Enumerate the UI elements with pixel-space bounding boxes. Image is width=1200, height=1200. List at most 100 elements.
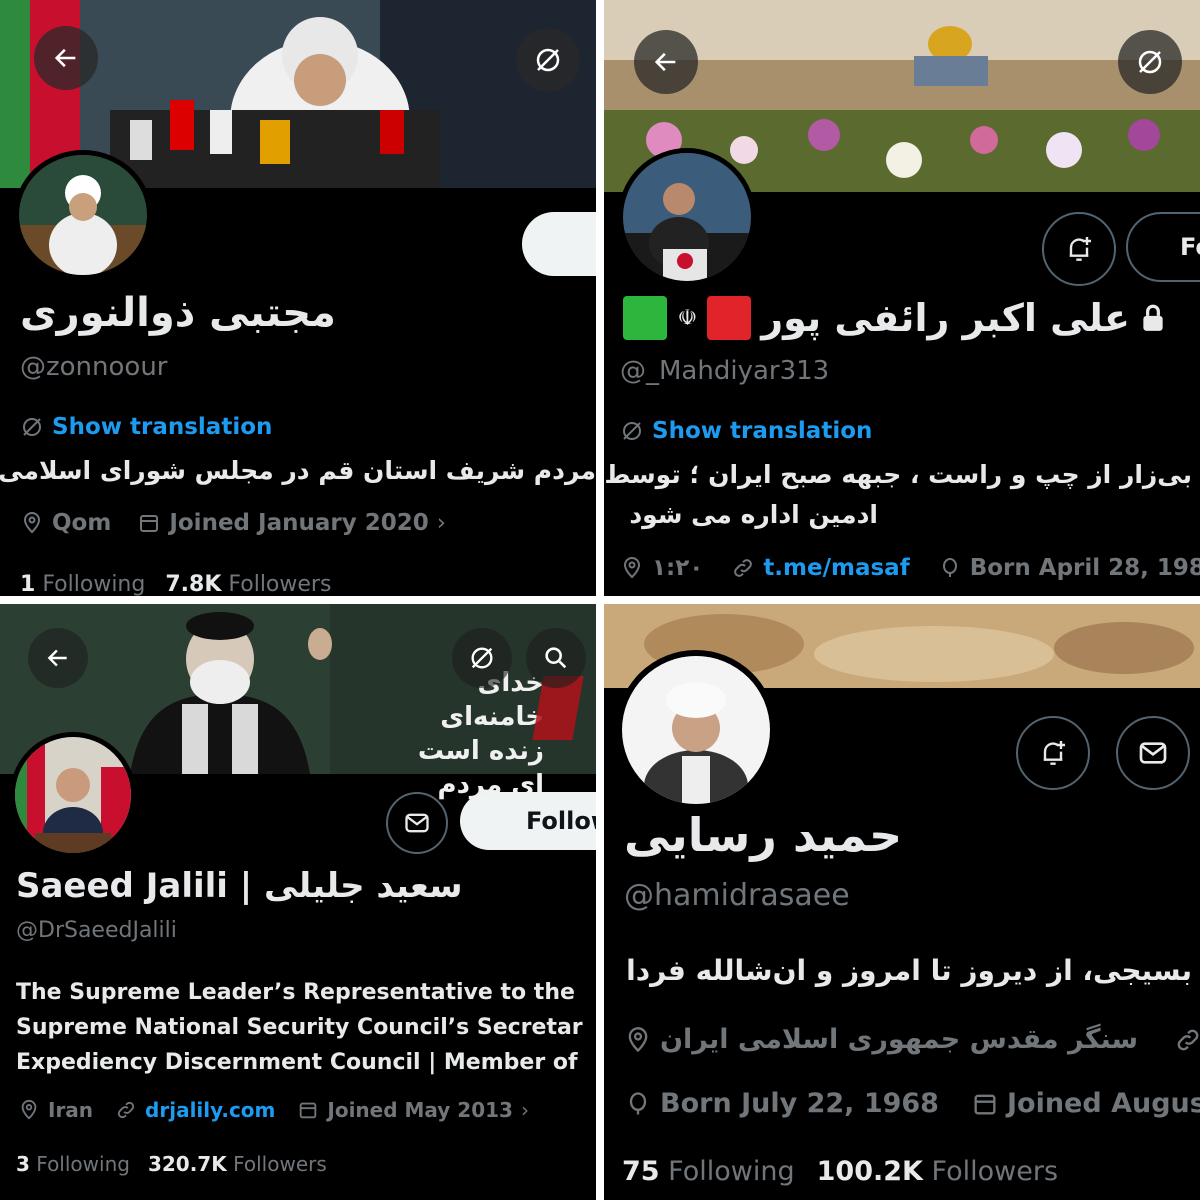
translate-toggle-button[interactable] (516, 28, 580, 92)
display-name: Saeed Jalili | سعید جلیلی (16, 866, 463, 906)
back-arrow-icon (47, 649, 67, 667)
bio: بسیجی، از دیروز تا امروز و ان‌شالله فردا (626, 954, 1192, 987)
no-translate-icon (471, 647, 493, 669)
banner-slogan: خدای خامنه‌ای زنده است ای مردم (417, 668, 544, 800)
message-button[interactable] (386, 792, 448, 854)
profile-meta: Iran drjalily.com Joined May 2013 › (18, 1098, 529, 1122)
link-icon (1177, 1029, 1199, 1050)
follow-stats: 3 Following 320.7K Followers (16, 1152, 327, 1176)
show-translation-link[interactable]: Show translation (20, 414, 272, 440)
location-pin-icon (23, 512, 41, 534)
bell-plus-icon (1069, 237, 1091, 261)
profile-panel-hamidrasaee: حمید رسایی @hamidrasaee بسیجی، از دیروز … (604, 604, 1200, 1200)
location: Qom (52, 510, 112, 536)
profile-panel-drsaeedjalili: خدای خامنه‌ای زنده است ای مردم Follow Sa… (0, 604, 596, 1200)
location-pin-icon (21, 1099, 37, 1120)
followers-link[interactable]: 100.2K Followers (817, 1156, 1058, 1187)
location: Iran (48, 1098, 94, 1122)
search-button[interactable] (526, 628, 586, 688)
username: @zonnoour (20, 352, 168, 382)
joined-date: Joined May 2013 (327, 1098, 513, 1122)
bio-line-1: بی‌زار از چپ و راست ، جبهه صبح ایران ؛ ت… (604, 460, 1192, 489)
follow-label: Follow (526, 807, 596, 835)
back-button[interactable] (28, 628, 88, 688)
back-button[interactable] (34, 26, 98, 90)
following-link[interactable]: 3 Following (16, 1152, 130, 1176)
website-link[interactable]: t.me/masaf (763, 555, 909, 581)
profile-meta: Qom Joined January 2020 › (20, 510, 446, 536)
followers-link[interactable]: 320.7K Followers (148, 1152, 327, 1176)
birth-date: Born April 28, 1984 (969, 555, 1200, 581)
followers-link[interactable]: 7.8K Followers (165, 572, 331, 596)
show-translation-label[interactable]: Show translation (52, 414, 272, 440)
profile-meta: ۱:۲۰ t.me/masaf Born April 28, 1984 (620, 555, 1200, 581)
chevron-right-icon: › (520, 1098, 529, 1122)
no-translate-icon (623, 422, 641, 440)
username: @hamidrasaee (624, 878, 850, 913)
location: سنگر مقدس جمهوری اسلامی ایران (660, 1024, 1139, 1055)
search-icon (545, 647, 567, 669)
follow-button[interactable]: Fo (1126, 212, 1200, 282)
calendar-icon (974, 1094, 996, 1114)
profile-meta-2: Born July 22, 1968 Joined August (624, 1088, 1200, 1119)
show-translation-link[interactable]: Show translation (620, 418, 872, 444)
show-translation-label[interactable]: Show translation (652, 418, 872, 444)
profile-meta: سنگر مقدس جمهوری اسلامی ایران p (624, 1024, 1200, 1055)
profile-panel-zonnoour: مجتبی ذوالنوری @zonnoour Show translatio… (0, 0, 596, 596)
username: @_Mahdiyar313 (620, 356, 830, 386)
birth-date: Born July 22, 1968 (660, 1088, 939, 1119)
green-square-emoji (623, 296, 668, 340)
joined-date: Joined August (1006, 1088, 1200, 1119)
chevron-right-icon: › (436, 510, 446, 536)
following-link[interactable]: 75 Following (622, 1156, 795, 1187)
iran-emblem: ☫ (677, 305, 698, 331)
notifications-button[interactable] (1042, 212, 1116, 286)
back-arrow-icon (54, 48, 76, 68)
follow-label: Fo (1180, 233, 1200, 261)
location-pin-icon (628, 1026, 648, 1052)
balloon-icon (942, 558, 957, 577)
avatar[interactable] (10, 732, 136, 858)
translate-toggle-button[interactable] (1118, 30, 1182, 94)
following-link[interactable]: 1 Following (20, 572, 145, 596)
link-icon (734, 559, 753, 577)
message-button[interactable] (1116, 716, 1190, 790)
avatar[interactable] (14, 150, 152, 280)
website-link[interactable]: drjalily.com (145, 1098, 275, 1122)
calendar-icon (140, 515, 159, 532)
translate-toggle-button[interactable] (452, 628, 512, 688)
red-square-emoji (707, 296, 752, 340)
back-button[interactable] (634, 30, 698, 94)
bio: مردم شریف استان قم در مجلس شورای اسلامی (0, 456, 596, 485)
display-name: علی اکبر رائفی پور ☫ (623, 296, 1166, 340)
bio-line-3: Expediency Discernment Council | Member … (16, 1050, 578, 1075)
avatar[interactable] (618, 148, 756, 286)
display-name: مجتبی ذوالنوری (20, 290, 336, 336)
follow-button[interactable]: Follow (460, 792, 596, 850)
follow-stats: 75 Following 100.2K Followers (622, 1156, 1058, 1187)
link-icon (117, 1101, 135, 1119)
calendar-icon (300, 1102, 317, 1119)
lock-icon (1143, 304, 1163, 331)
follow-button[interactable] (522, 212, 596, 276)
notifications-button[interactable] (1016, 716, 1090, 790)
bell-plus-icon (1043, 741, 1065, 765)
balloon-icon (629, 1091, 647, 1114)
envelope-icon (405, 813, 429, 833)
location: ۱:۲۰ (652, 555, 704, 581)
bio-line-2: Supreme National Security Council’s Secr… (16, 1015, 583, 1040)
bio-line-2: ادمین اداره می شود (629, 500, 878, 529)
back-arrow-icon (654, 52, 676, 72)
no-translate-icon (23, 418, 41, 436)
no-translate-icon (1138, 50, 1162, 74)
no-translate-icon (536, 48, 560, 72)
follow-stats: 1 Following 7.8K Followers (20, 572, 331, 596)
envelope-icon (1139, 742, 1167, 764)
profile-panel-mahdiyar313: Fo علی اکبر رائفی پور ☫ @_Mahdiyar313 Sh… (604, 0, 1200, 596)
username: @DrSaeedJalili (16, 918, 177, 943)
joined-date: Joined January 2020 (169, 510, 429, 536)
display-name: حمید رسایی (624, 808, 903, 862)
bio-line-1: The Supreme Leader’s Representative to t… (16, 980, 575, 1005)
avatar[interactable] (616, 650, 776, 810)
location-pin-icon (623, 557, 641, 579)
